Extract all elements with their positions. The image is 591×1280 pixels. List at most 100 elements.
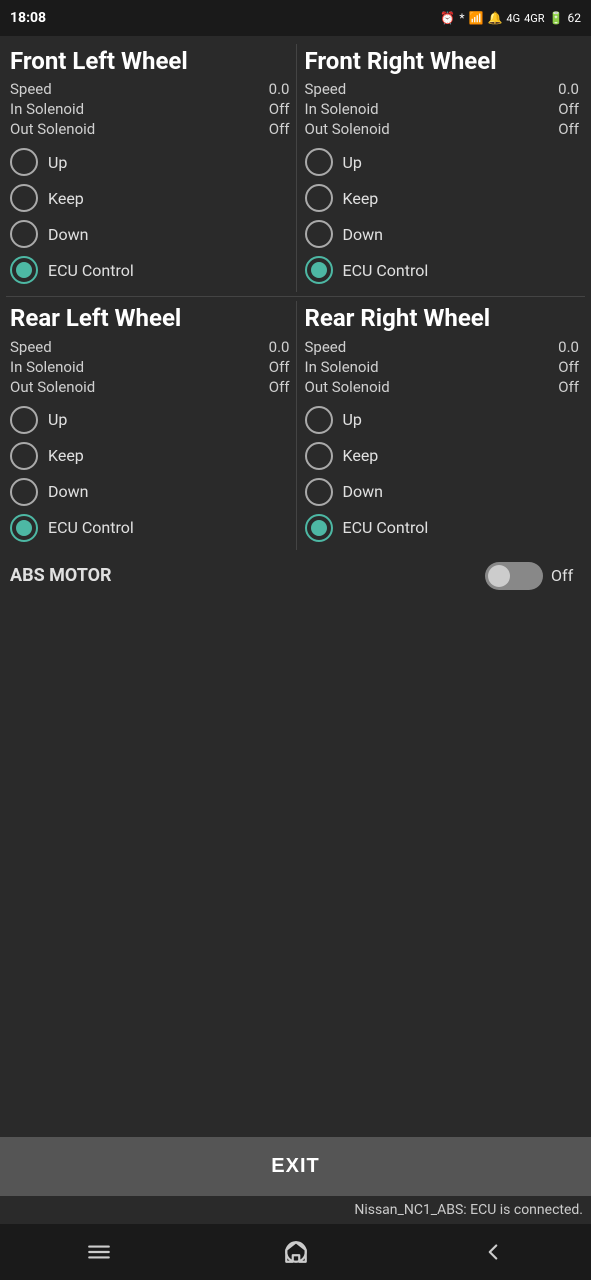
nav-menu-button[interactable] — [69, 1230, 129, 1274]
speed-row-rear-left: Speed 0.0 — [10, 338, 290, 356]
radio-label-down-fr: Down — [343, 225, 383, 244]
abs-motor-label: ABS MOTOR — [10, 565, 477, 586]
radio-keep-rear-right[interactable]: Keep — [305, 442, 580, 470]
in-solenoid-label-rr: In Solenoid — [305, 358, 379, 376]
in-solenoid-row-rear-right: In Solenoid Off — [305, 358, 580, 376]
radio-ecu-front-left[interactable]: ECU Control — [10, 256, 290, 284]
abs-motor-row: ABS MOTOR Off — [6, 550, 585, 602]
wheel-panel-rear-left: Rear Left Wheel Speed 0.0 In Solenoid Of… — [6, 301, 296, 549]
radio-down-rear-left[interactable]: Down — [10, 478, 290, 506]
radio-ecu-rear-left[interactable]: ECU Control — [10, 514, 290, 542]
out-solenoid-label-rl: Out Solenoid — [10, 378, 95, 396]
radio-up-rear-right[interactable]: Up — [305, 406, 580, 434]
alarm-icon: ⏰ — [440, 11, 455, 25]
in-solenoid-row-rear-left: In Solenoid Off — [10, 358, 290, 376]
speed-value-front-right: 0.0 — [558, 80, 579, 98]
nav-back-button[interactable] — [463, 1230, 523, 1274]
radio-circle-down-rl — [10, 478, 38, 506]
radio-label-keep-fl: Keep — [48, 189, 84, 208]
speed-label-fr: Speed — [305, 80, 347, 98]
speed-value-rear-right: 0.0 — [558, 338, 579, 356]
radio-up-front-left[interactable]: Up — [10, 148, 290, 176]
in-solenoid-value-front-right: Off — [558, 100, 579, 118]
radio-circle-ecu-fl — [10, 256, 38, 284]
wheel-title-rear-left: Rear Left Wheel — [10, 305, 290, 331]
radio-group-front-right: Up Keep Down ECU Control — [305, 148, 580, 284]
speed-label-rr: Speed — [305, 338, 347, 356]
nav-home-button[interactable] — [266, 1230, 326, 1274]
home-icon — [283, 1239, 309, 1265]
wheels-bottom-row: Rear Left Wheel Speed 0.0 In Solenoid Of… — [6, 301, 585, 549]
radio-circle-up-rl — [10, 406, 38, 434]
radio-keep-front-right[interactable]: Keep — [305, 184, 580, 212]
in-solenoid-value-front-left: Off — [269, 100, 290, 118]
radio-label-down-rr: Down — [343, 482, 383, 501]
radio-circle-down-fr — [305, 220, 333, 248]
out-solenoid-label: Out Solenoid — [10, 120, 95, 138]
in-solenoid-value-rear-right: Off — [558, 358, 579, 376]
speed-row-rear-right: Speed 0.0 — [305, 338, 580, 356]
network-4g-icon: 4G — [506, 12, 520, 25]
wheel-stats-front-left: Speed 0.0 In Solenoid Off Out Solenoid O… — [10, 80, 290, 138]
exit-button[interactable]: EXIT — [0, 1137, 591, 1196]
radio-group-front-left: Up Keep Down ECU Control — [10, 148, 290, 284]
radio-down-front-right[interactable]: Down — [305, 220, 580, 248]
radio-label-ecu-rr: ECU Control — [343, 518, 429, 537]
out-solenoid-value-front-left: Off — [269, 120, 290, 138]
radio-up-front-right[interactable]: Up — [305, 148, 580, 176]
radio-label-up-fr: Up — [343, 153, 362, 172]
radio-label-ecu-fl: ECU Control — [48, 261, 134, 280]
in-solenoid-label-fr: In Solenoid — [305, 100, 379, 118]
wifi-icon: 🔔 — [487, 11, 502, 25]
out-solenoid-value-rear-right: Off — [558, 378, 579, 396]
out-solenoid-value-rear-left: Off — [269, 378, 290, 396]
radio-down-front-left[interactable]: Down — [10, 220, 290, 248]
in-solenoid-value-rear-left: Off — [269, 358, 290, 376]
wheel-title-front-left: Front Left Wheel — [10, 48, 290, 74]
radio-ecu-front-right[interactable]: ECU Control — [305, 256, 580, 284]
radio-group-rear-right: Up Keep Down ECU Control — [305, 406, 580, 542]
abs-motor-toggle[interactable] — [485, 562, 543, 590]
radio-up-rear-left[interactable]: Up — [10, 406, 290, 434]
radio-circle-down-rr — [305, 478, 333, 506]
network-4gr-icon: 4GR — [524, 12, 544, 25]
radio-ecu-rear-right[interactable]: ECU Control — [305, 514, 580, 542]
radio-circle-up-fl — [10, 148, 38, 176]
radio-label-up-rl: Up — [48, 410, 67, 429]
back-icon — [480, 1239, 506, 1265]
radio-circle-up-fr — [305, 148, 333, 176]
speed-label-rl: Speed — [10, 338, 52, 356]
speed-row-front-left: Speed 0.0 — [10, 80, 290, 98]
battery-icon: 🔋 — [549, 11, 564, 25]
abs-motor-value: Off — [551, 566, 581, 585]
speed-label: Speed — [10, 80, 52, 98]
in-solenoid-label-rl: In Solenoid — [10, 358, 84, 376]
radio-label-down-rl: Down — [48, 482, 88, 501]
wheel-stats-rear-left: Speed 0.0 In Solenoid Off Out Solenoid O… — [10, 338, 290, 396]
radio-group-rear-left: Up Keep Down ECU Control — [10, 406, 290, 542]
radio-circle-down-fl — [10, 220, 38, 248]
section-divider-middle — [6, 296, 585, 297]
speed-row-front-right: Speed 0.0 — [305, 80, 580, 98]
radio-down-rear-right[interactable]: Down — [305, 478, 580, 506]
wheel-panel-rear-right: Rear Right Wheel Speed 0.0 In Solenoid O… — [296, 301, 586, 549]
status-time: 18:08 — [10, 10, 46, 26]
wheel-title-rear-right: Rear Right Wheel — [305, 305, 580, 331]
out-solenoid-row-rear-right: Out Solenoid Off — [305, 378, 580, 396]
wheel-panel-front-right: Front Right Wheel Speed 0.0 In Solenoid … — [296, 44, 586, 292]
menu-icon — [86, 1239, 112, 1265]
radio-keep-front-left[interactable]: Keep — [10, 184, 290, 212]
out-solenoid-value-front-right: Off — [558, 120, 579, 138]
radio-circle-ecu-rl — [10, 514, 38, 542]
radio-circle-keep-fl — [10, 184, 38, 212]
wheel-panel-front-left: Front Left Wheel Speed 0.0 In Solenoid O… — [6, 44, 296, 292]
wheel-stats-rear-right: Speed 0.0 In Solenoid Off Out Solenoid O… — [305, 338, 580, 396]
status-bar: 18:08 ⏰ * 📶 🔔 4G 4GR 🔋 62 — [0, 0, 591, 36]
radio-keep-rear-left[interactable]: Keep — [10, 442, 290, 470]
radio-circle-keep-rr — [305, 442, 333, 470]
signal-icon: 📶 — [469, 11, 484, 25]
radio-circle-ecu-fr — [305, 256, 333, 284]
content-spacer — [6, 602, 585, 1129]
radio-circle-keep-fr — [305, 184, 333, 212]
wheels-top-row: Front Left Wheel Speed 0.0 In Solenoid O… — [6, 44, 585, 292]
